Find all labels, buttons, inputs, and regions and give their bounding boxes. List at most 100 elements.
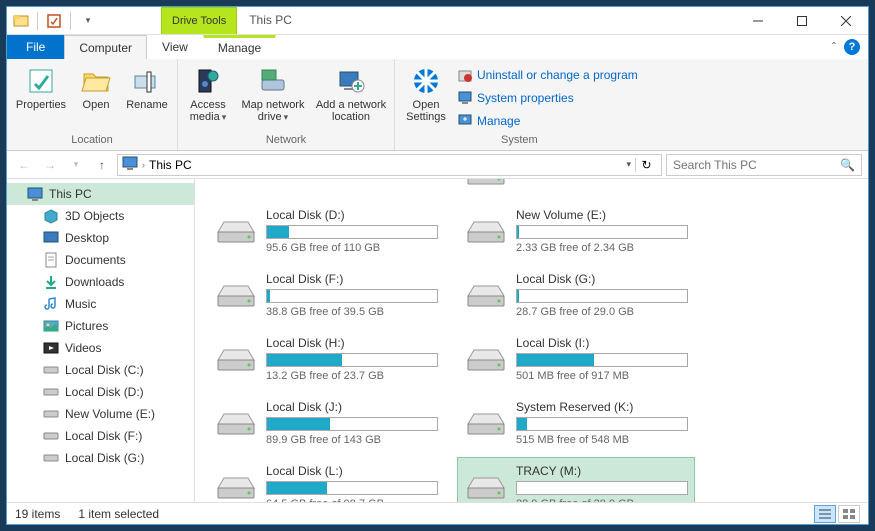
large-icons-view-button[interactable] (838, 505, 860, 523)
minimize-button[interactable] (736, 7, 780, 35)
search-icon[interactable]: 🔍 (840, 158, 855, 172)
maximize-button[interactable] (780, 7, 824, 35)
app-icon (11, 11, 31, 31)
status-item-count: 19 items (15, 507, 60, 521)
drive-name: System Reserved (K:) (516, 400, 688, 417)
nav-desktop[interactable]: Desktop (7, 227, 194, 249)
drive-item[interactable]: Local Disk (F:)38.8 GB free of 39.5 GB (207, 265, 445, 325)
nav-local-disk-d[interactable]: Local Disk (D:) (7, 381, 194, 403)
address-field[interactable]: › This PC ▾ ↻ (117, 154, 662, 176)
drive-name: Local Disk (D:) (266, 208, 438, 225)
drive-name: New Volume (E:) (516, 208, 688, 225)
drive-usage-bar (516, 353, 688, 367)
access-media-button[interactable]: Access media (184, 63, 232, 123)
drive-free-text: 38.8 GB free of 39.5 GB (266, 306, 438, 318)
open-button[interactable]: Open (75, 63, 117, 111)
uninstall-program-button[interactable]: Uninstall or change a program (457, 65, 638, 85)
recent-locations-button[interactable]: ▾ (65, 154, 87, 176)
help-icon[interactable]: ? (844, 39, 860, 55)
manage-icon (457, 113, 473, 129)
manage-button[interactable]: Manage (457, 111, 638, 131)
drive-free-text: 28.7 GB free of 29.0 GB (516, 306, 688, 318)
tab-manage[interactable]: Manage (203, 35, 276, 59)
system-properties-button[interactable]: System properties (457, 88, 638, 108)
drive-free-text: 95.6 GB free of 110 GB (266, 242, 438, 254)
drive-item[interactable]: TRACY (M:)28.9 GB free of 28.9 GB (457, 457, 695, 502)
qat-properties-icon[interactable] (44, 11, 64, 31)
breadcrumb-dropdown-icon[interactable]: ▾ (626, 159, 631, 170)
this-pc-icon (122, 155, 138, 174)
downloads-icon (43, 274, 59, 290)
properties-icon (25, 65, 57, 97)
drive-item[interactable]: Local Disk (G:) 28.7 GB free of 29.0 GB (457, 265, 695, 325)
rename-button[interactable]: Rename (123, 63, 171, 111)
tab-view[interactable]: View (147, 35, 203, 59)
separator (37, 12, 38, 30)
drive-item[interactable]: Local Disk (I:)501 MB free of 917 MB (457, 329, 695, 389)
nav-videos[interactable]: Videos (7, 337, 194, 359)
cube-icon (43, 208, 59, 224)
drive-free-text: 89.9 GB free of 143 GB (266, 434, 438, 446)
drive-tools-context-tab: Drive Tools (161, 7, 237, 34)
nav-documents[interactable]: Documents (7, 249, 194, 271)
drive-icon (464, 278, 508, 312)
drive-item[interactable]: New Volume (E:)2.33 GB free of 2.34 GB (457, 201, 695, 261)
qat-customize-icon[interactable] (77, 11, 97, 31)
drive-usage-bar (516, 225, 688, 239)
drive-icon (214, 214, 258, 248)
tab-file[interactable]: File (7, 35, 64, 59)
close-button[interactable] (824, 7, 868, 35)
drive-item[interactable]: Local Disk (D:) 95.6 GB free of 110 GB (207, 201, 445, 261)
refresh-button[interactable]: ↻ (635, 158, 657, 172)
drive-item[interactable]: Local Disk (H:)13.2 GB free of 23.7 GB (207, 329, 445, 389)
nav-local-disk-f[interactable]: Local Disk (F:) (7, 425, 194, 447)
navigation-pane[interactable]: This PC 3D Objects Desktop Documents Dow… (7, 179, 195, 502)
add-network-location-button[interactable]: Add a network location (314, 63, 388, 123)
search-input[interactable] (673, 158, 840, 172)
tab-computer[interactable]: Computer (64, 35, 147, 59)
drive-icon (43, 428, 59, 444)
breadcrumb-separator[interactable]: › (142, 160, 145, 170)
ribbon: Properties Open Rename Location Access m… (7, 59, 868, 151)
drive-usage-bar (266, 289, 438, 303)
add-location-icon (335, 65, 367, 97)
drive-name: Local Disk (G:) (516, 272, 688, 289)
collapse-ribbon-icon[interactable]: ˆ (832, 40, 836, 54)
drive-name: Local Disk (H:) (266, 336, 438, 353)
breadcrumb-this-pc[interactable]: This PC (149, 158, 192, 172)
nav-this-pc[interactable]: This PC (7, 183, 194, 205)
drive-icon (214, 278, 258, 312)
nav-local-disk-g[interactable]: Local Disk (G:) (7, 447, 194, 469)
nav-new-volume-e[interactable]: New Volume (E:) (7, 403, 194, 425)
back-button[interactable]: ← (13, 154, 35, 176)
drive-icon (43, 406, 59, 422)
drive-icon (464, 406, 508, 440)
map-drive-icon (257, 65, 289, 97)
drive-icon (214, 342, 258, 376)
uninstall-icon (457, 67, 473, 83)
drive-name: Local Disk (I:) (516, 336, 688, 353)
map-network-drive-button[interactable]: Map network drive (238, 63, 308, 123)
drive-free-text: 515 MB free of 548 MB (516, 434, 688, 446)
search-box[interactable]: 🔍 (666, 154, 862, 176)
drive-item[interactable]: 46.1 GB free of 108 GB (457, 179, 695, 197)
drive-item[interactable]: Local Disk (L:)64.5 GB free of 98.7 GB (207, 457, 445, 502)
details-view-button[interactable] (814, 505, 836, 523)
drive-item[interactable]: Local Disk (J:)89.9 GB free of 143 GB (207, 393, 445, 453)
nav-local-disk-c[interactable]: Local Disk (C:) (7, 359, 194, 381)
drive-item[interactable]: System Reserved (K:) 515 MB free of 548 M… (457, 393, 695, 453)
file-explorer-window: Drive Tools This PC File Computer View M… (6, 6, 869, 525)
main-pane[interactable]: 46.1 GB free of 108 GB Local Disk (D:) 95… (195, 179, 868, 502)
computer-icon (457, 90, 473, 106)
nav-music[interactable]: Music (7, 293, 194, 315)
drive-usage-bar (516, 417, 688, 431)
nav-3d-objects[interactable]: 3D Objects (7, 205, 194, 227)
nav-pictures[interactable]: Pictures (7, 315, 194, 337)
up-button[interactable]: ↑ (91, 154, 113, 176)
nav-downloads[interactable]: Downloads (7, 271, 194, 293)
properties-button[interactable]: Properties (13, 63, 69, 111)
drive-icon (214, 406, 258, 440)
open-settings-button[interactable]: Open Settings (401, 63, 451, 123)
ribbon-group-network: Access media Map network drive Add a net… (178, 59, 395, 150)
forward-button[interactable]: → (39, 154, 61, 176)
